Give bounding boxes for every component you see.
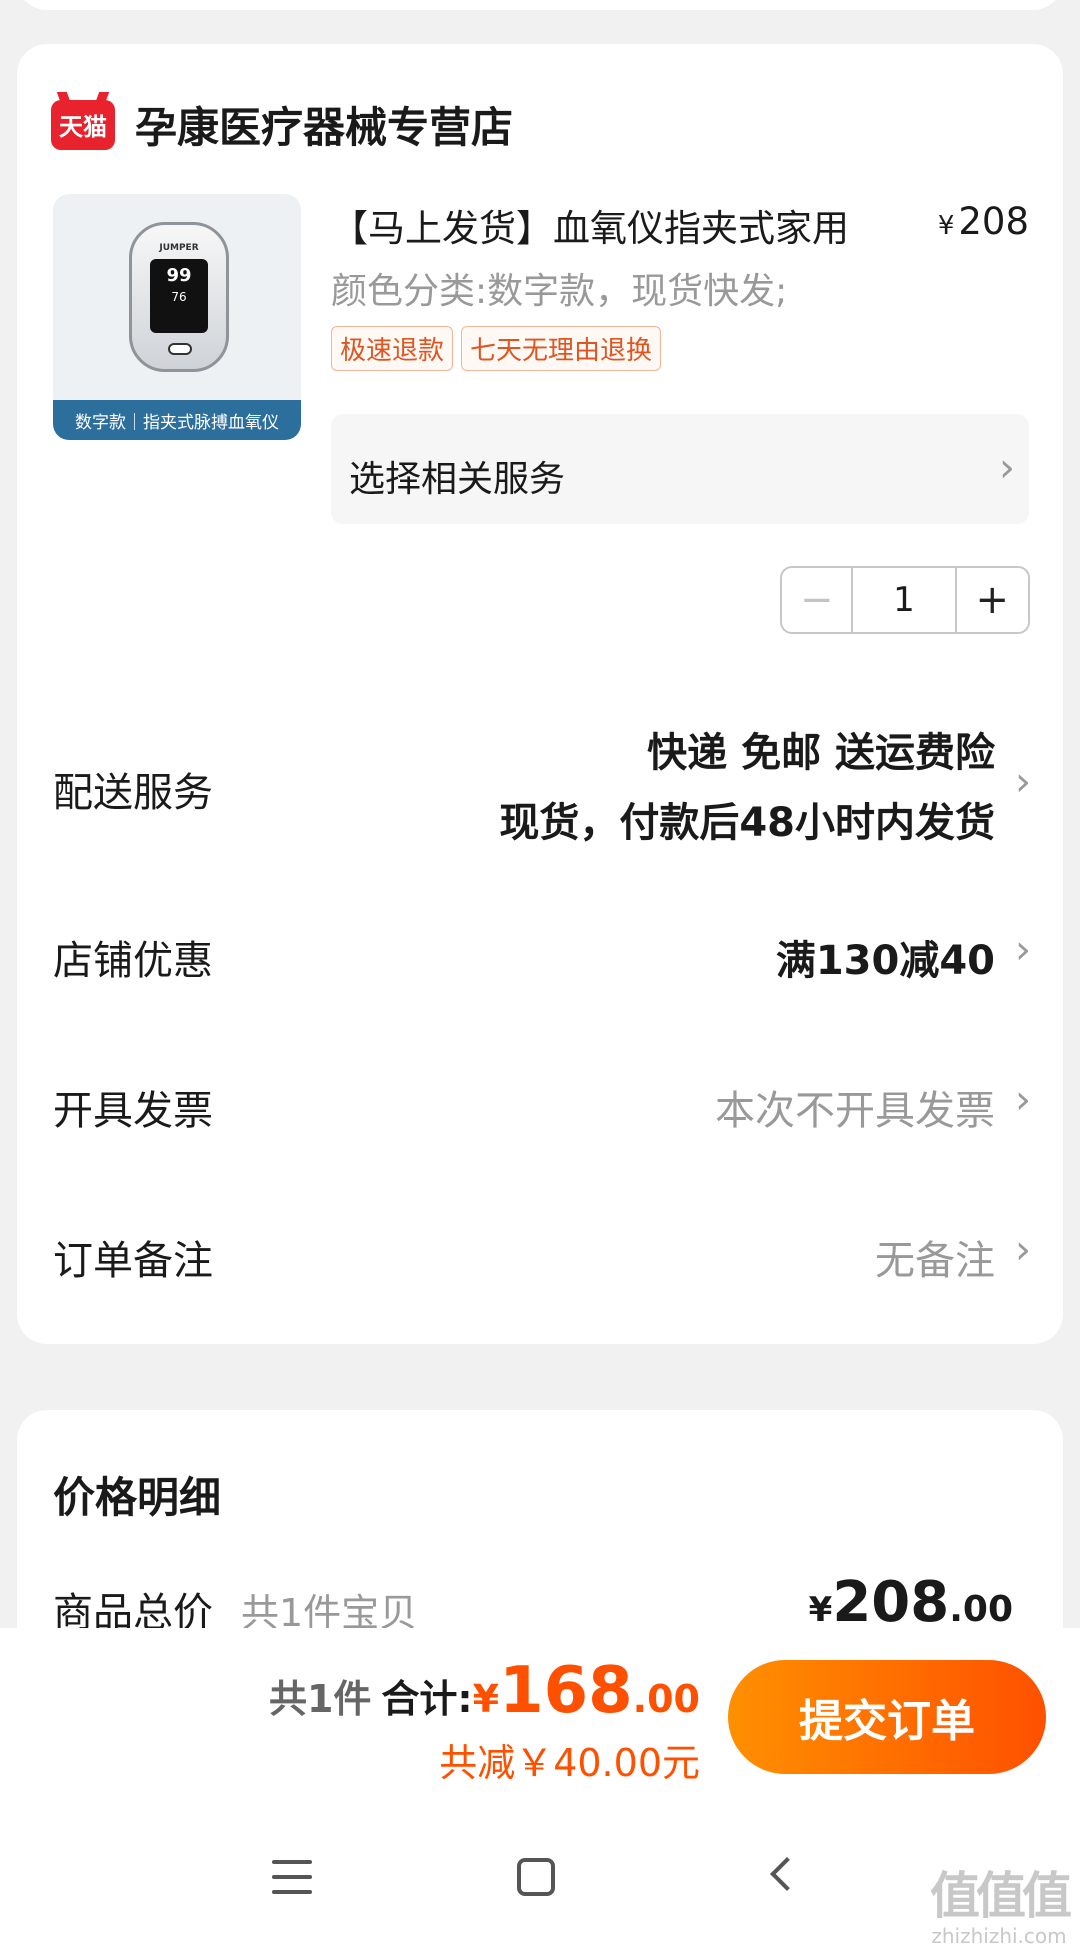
previous-card — [17, 0, 1063, 10]
plus-icon[interactable]: + — [957, 568, 1028, 632]
delivery-line-1[interactable]: 快递 免邮 送运费险 — [647, 720, 995, 778]
total-dec: .00 — [949, 1589, 1013, 1630]
minus-icon[interactable]: − — [782, 568, 854, 632]
service-tags: 极速退款 七天无理由退换 — [331, 326, 662, 371]
sum-currency: ¥ — [472, 1677, 500, 1721]
device-button — [168, 343, 192, 355]
store-discount-value[interactable]: 满130减40 — [776, 928, 995, 986]
checkout-bar: 共1件 合计:¥168.00 共减￥40.00元 提交订单 — [0, 1628, 1080, 1945]
product-price: ¥208 — [938, 200, 1029, 243]
tmall-logo-icon: 天猫 — [51, 99, 115, 150]
device-reading-pulse: 76 — [171, 290, 187, 304]
oximeter-image: JUMPER 99 76 — [129, 222, 229, 372]
thumbnail-caption: 数字款｜指夹式脉搏血氧仪 — [53, 400, 301, 440]
price-currency: ¥ — [937, 211, 955, 241]
quantity-stepper[interactable]: − 1 + — [780, 566, 1030, 634]
chevron-right-icon[interactable]: › — [1015, 1230, 1031, 1270]
select-service-button[interactable]: 选择相关服务 › — [331, 414, 1029, 524]
product-spec[interactable]: 颜色分类:数字款，现货快发; — [331, 262, 787, 314]
quantity-value[interactable]: 1 — [853, 568, 957, 632]
total-discount[interactable]: 共减￥40.00元 — [439, 1732, 700, 1787]
sum-count: 共1件 — [268, 1677, 372, 1721]
submit-order-button[interactable]: 提交订单 — [728, 1660, 1046, 1774]
select-service-label: 选择相关服务 — [349, 459, 566, 500]
order-confirm-page: 天猫 孕康医疗器械专营店 JUMPER 99 76 数字款｜指夹式脉搏血氧仪 【… — [0, 0, 1080, 1945]
product-thumbnail[interactable]: JUMPER 99 76 数字款｜指夹式脉搏血氧仪 — [53, 194, 301, 440]
invoice-value[interactable]: 本次不开具发票 — [715, 1078, 995, 1136]
device-reading-spo2: 99 — [166, 265, 192, 286]
order-sum: 共1件 合计:¥168.00 — [269, 1654, 700, 1728]
sum-int: 168 — [499, 1654, 633, 1728]
menu-icon[interactable] — [272, 1860, 312, 1894]
total-currency: ¥ — [808, 1590, 833, 1630]
device-brand: JUMPER — [159, 243, 199, 253]
store-discount-label: 店铺优惠 — [53, 938, 213, 984]
sum-dec: .00 — [632, 1677, 700, 1721]
total-int: 208 — [832, 1570, 950, 1635]
home-icon[interactable] — [517, 1858, 555, 1896]
tag-fast-refund: 极速退款 — [331, 326, 454, 371]
sum-label: 合计: — [381, 1677, 473, 1721]
watermark-logo-icon: 值值值 — [930, 1867, 1072, 1925]
chevron-right-icon[interactable]: › — [1015, 762, 1031, 802]
order-note-label: 订单备注 — [53, 1238, 213, 1284]
device-screen: 99 76 — [150, 259, 208, 333]
watermark-text: zhizhizhi.com — [931, 1924, 1067, 1945]
delivery-line-2[interactable]: 现货，付款后48小时内发货 — [499, 790, 995, 848]
chevron-right-icon[interactable]: › — [1015, 930, 1031, 970]
chevron-right-icon: › — [999, 445, 1015, 491]
order-note-value[interactable]: 无备注 — [875, 1228, 995, 1286]
store-name: 孕康医疗器械专营店 — [135, 103, 514, 152]
watermark: 值值值 zhizhizhi.com — [930, 1856, 1072, 1945]
store-order-card: 天猫 孕康医疗器械专营店 JUMPER 99 76 数字款｜指夹式脉搏血氧仪 【… — [17, 44, 1063, 1344]
goods-total-value: ¥208.00 — [809, 1570, 1013, 1635]
tag-seven-day-return: 七天无理由退换 — [461, 326, 662, 371]
chevron-right-icon[interactable]: › — [1015, 1080, 1031, 1120]
price-detail-title: 价格明细 — [53, 1473, 222, 1522]
delivery-label: 配送服务 — [53, 770, 213, 816]
product-title[interactable]: 【马上发货】血氧仪指夹式家用 — [331, 198, 849, 252]
invoice-label: 开具发票 — [53, 1088, 213, 1134]
price-value: 208 — [958, 200, 1029, 243]
store-header[interactable]: 天猫 孕康医疗器械专营店 — [51, 94, 513, 155]
